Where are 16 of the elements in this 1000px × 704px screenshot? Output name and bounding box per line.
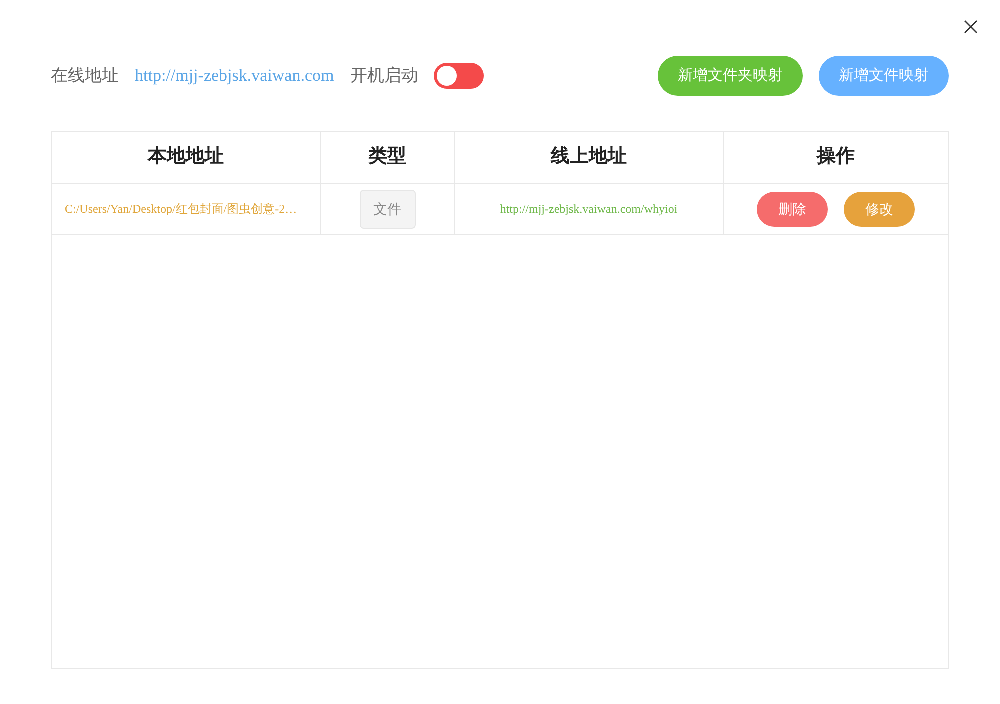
local-path-cell: C:/Users/Yan/Desktop/红包封面/图虫创意-2…: [52, 184, 321, 235]
add-file-mapping-button[interactable]: 新增文件映射: [819, 56, 949, 96]
autostart-label: 开机启动: [350, 65, 418, 88]
online-address-label: 在线地址: [51, 65, 119, 88]
autostart-toggle[interactable]: [434, 63, 484, 89]
column-header: 类型: [321, 132, 455, 184]
column-header: 操作: [724, 132, 948, 184]
column-header: 线上地址: [455, 132, 724, 184]
edit-button[interactable]: 修改: [844, 192, 915, 226]
remote-url-cell: http://mjj-zebjsk.vaiwan.com/whyioi: [455, 184, 724, 235]
delete-button[interactable]: 删除: [757, 192, 828, 226]
type-tag: 文件: [360, 190, 416, 228]
online-address-link[interactable]: http://mjj-zebjsk.vaiwan.com: [135, 63, 334, 89]
close-icon[interactable]: [964, 20, 978, 34]
add-folder-mapping-button[interactable]: 新增文件夹映射: [658, 56, 803, 96]
column-header: 本地地址: [52, 132, 321, 184]
